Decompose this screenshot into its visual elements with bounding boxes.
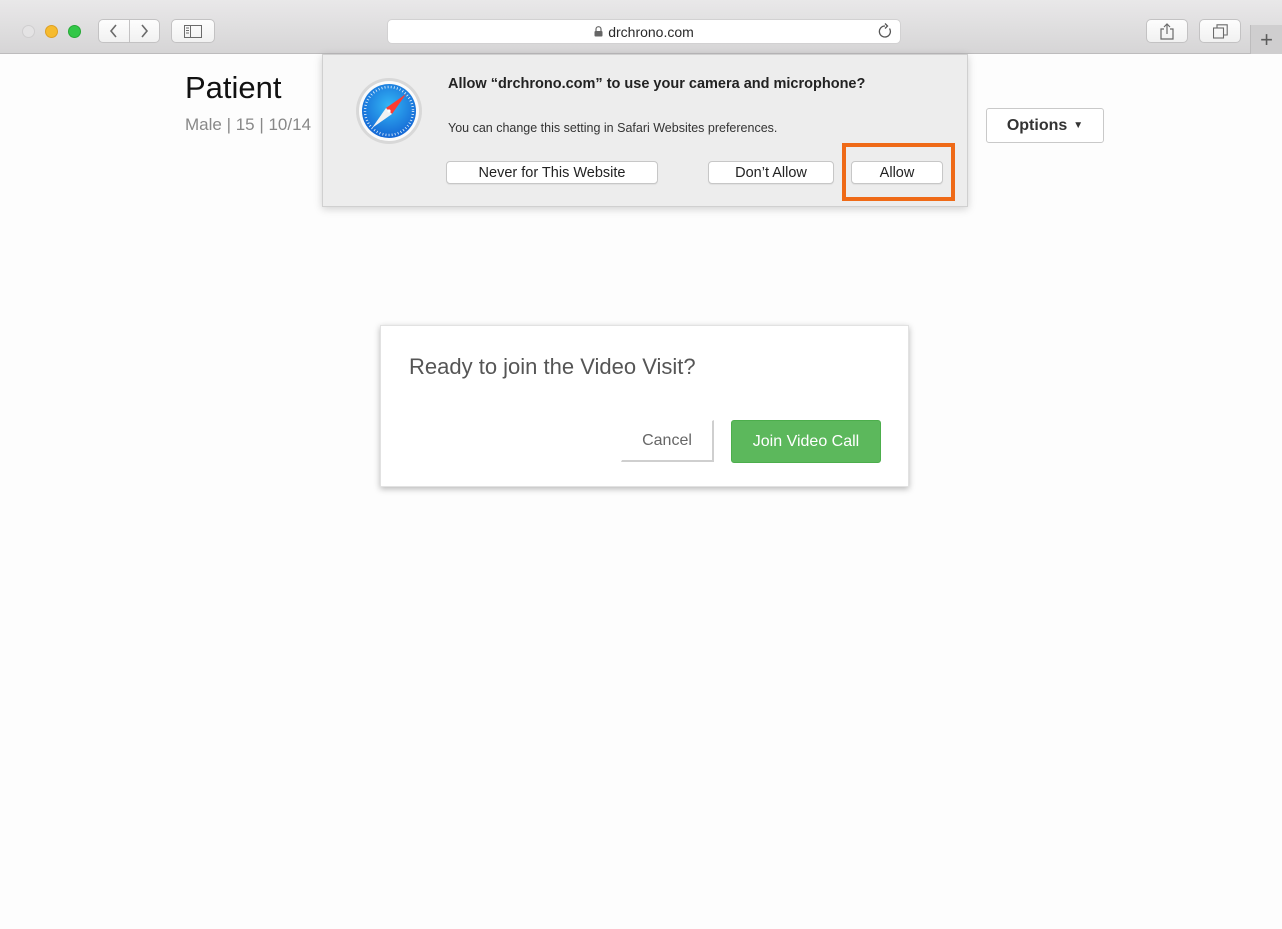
- sidebar-button[interactable]: [171, 19, 215, 43]
- page-title: Patient: [185, 70, 282, 105]
- patient-details: Male | 15 | 10/14: [185, 115, 312, 134]
- window-close-button[interactable]: [22, 25, 35, 38]
- window-minimize-button[interactable]: [45, 25, 58, 38]
- never-for-this-website-button[interactable]: Never for This Website: [446, 161, 658, 184]
- reload-icon: [878, 23, 891, 38]
- dont-allow-button[interactable]: Don’t Allow: [708, 161, 834, 184]
- reload-button[interactable]: [877, 23, 893, 43]
- lock-icon: [594, 26, 603, 37]
- tabs-icon: [1212, 23, 1228, 39]
- safari-compass-icon: [355, 77, 423, 145]
- permission-title: Allow “drchrono.com” to use your camera …: [448, 76, 866, 92]
- modal-title: Ready to join the Video Visit?: [409, 354, 696, 379]
- share-button[interactable]: [1146, 19, 1188, 43]
- share-icon: [1160, 22, 1174, 40]
- address-bar[interactable]: drchrono.com: [387, 19, 901, 44]
- cancel-button[interactable]: Cancel: [621, 420, 714, 462]
- permission-description: You can change this setting in Safari We…: [448, 121, 778, 135]
- video-visit-modal: Ready to join the Video Visit? Cancel Jo…: [380, 325, 909, 487]
- show-tabs-button[interactable]: [1199, 19, 1241, 43]
- sidebar-icon: [184, 24, 202, 38]
- browser-toolbar: drchrono.com +: [0, 0, 1282, 54]
- address-text: drchrono.com: [608, 23, 694, 40]
- back-icon: [110, 24, 118, 38]
- back-button[interactable]: [99, 20, 129, 42]
- camera-permission-popover: Allow “drchrono.com” to use your camera …: [322, 54, 968, 207]
- window-zoom-button[interactable]: [68, 25, 81, 38]
- navigation-buttons: [98, 19, 160, 43]
- forward-icon: [141, 24, 149, 38]
- caret-down-icon: ▼: [1073, 120, 1084, 131]
- join-video-call-button[interactable]: Join Video Call: [731, 420, 881, 463]
- forward-button[interactable]: [128, 20, 159, 42]
- allow-highlight-box: [842, 143, 955, 201]
- new-tab-button[interactable]: +: [1250, 25, 1282, 54]
- options-button[interactable]: Options ▼: [986, 108, 1104, 143]
- options-label: Options: [1006, 116, 1068, 134]
